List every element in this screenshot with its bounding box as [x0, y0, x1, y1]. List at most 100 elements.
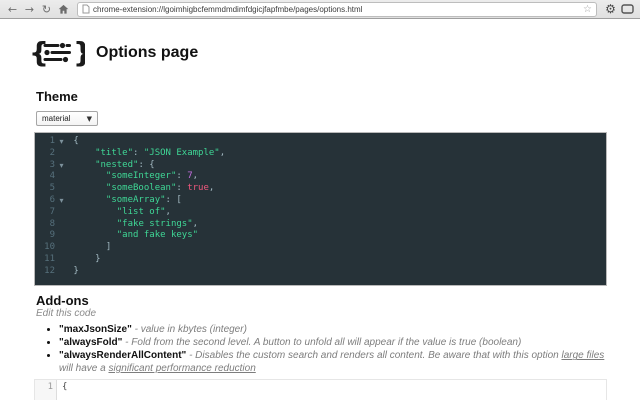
- code-line[interactable]: 2 "title": "JSON Example",: [35, 148, 606, 160]
- code-content[interactable]: }: [68, 265, 79, 278]
- inline-link[interactable]: significant performance reduction: [108, 363, 255, 374]
- home-button[interactable]: [56, 2, 71, 17]
- line-number: 9: [49, 230, 55, 241]
- token-punct: {: [73, 136, 79, 146]
- addon-key: "alwaysFold": [59, 337, 123, 349]
- token-punct: : [: [165, 194, 182, 205]
- theme-select[interactable]: material ▼: [36, 111, 98, 126]
- token-key: "someInteger": [105, 171, 177, 182]
- addons-heading: Add-ons: [36, 293, 89, 308]
- fold-arrow-icon[interactable]: ▾: [55, 136, 68, 148]
- edit-code-link[interactable]: Edit this code: [36, 308, 96, 319]
- token-punct: ,: [208, 183, 215, 194]
- token-punct: }: [95, 253, 101, 264]
- fold-arrow-icon[interactable]: ▾: [55, 160, 68, 172]
- code-content[interactable]: ]: [68, 242, 111, 254]
- line-number: 8: [49, 218, 55, 229]
- addons-json-editor[interactable]: 1{: [34, 379, 607, 400]
- code-content[interactable]: "list of",: [68, 207, 171, 219]
- url-bar[interactable]: chrome-extension://lgoimhigbcfemmdmdimfd…: [77, 1, 597, 17]
- code-line[interactable]: 3 ▾ "nested": {: [35, 160, 606, 172]
- code-content[interactable]: "someArray": [: [68, 195, 182, 207]
- token-punct: :: [176, 183, 188, 194]
- token-key: "title": [95, 147, 134, 158]
- page-title: Options page: [96, 44, 199, 61]
- bookmark-star-icon[interactable]: ☆: [583, 4, 592, 15]
- gear-icon[interactable]: ⚙: [603, 2, 618, 17]
- fold-gutter: [55, 254, 68, 266]
- fold-gutter: [55, 171, 68, 183]
- code-line[interactable]: 4 "someInteger": 7,: [35, 171, 606, 183]
- code-content[interactable]: "title": "JSON Example",: [68, 148, 225, 160]
- fold-gutter: [55, 207, 68, 219]
- code-line[interactable]: 7 "list of",: [35, 207, 606, 219]
- code-line[interactable]: 1 ▾ {: [35, 136, 606, 148]
- line-number: 11: [44, 253, 55, 264]
- code-line[interactable]: 11}: [35, 254, 606, 266]
- code-line[interactable]: 5 "someBoolean": true,: [35, 183, 606, 195]
- fold-gutter: [55, 148, 68, 160]
- forward-button[interactable]: →: [22, 2, 37, 17]
- code-content[interactable]: "nested": {: [68, 160, 155, 172]
- code-line[interactable]: 9 "and fake keys": [35, 230, 606, 242]
- addons-list: "maxJsonSize" - value in kbytes (integer…: [46, 324, 619, 376]
- page-icon: [82, 4, 90, 14]
- panel-button[interactable]: [620, 2, 635, 17]
- browser-toolbar: ← → ↻ chrome-extension://lgoimhigbcfemmd…: [0, 0, 640, 19]
- token-str: "list of": [116, 206, 166, 217]
- token-punct: ,: [192, 171, 199, 182]
- fold-arrow-icon[interactable]: ▾: [55, 195, 68, 207]
- braces-sliders-icon: { }: [29, 36, 93, 69]
- url-text[interactable]: chrome-extension://lgoimhigbcfemmdmdimfd…: [93, 5, 580, 14]
- token-punct: :: [176, 171, 188, 182]
- reload-button[interactable]: ↻: [39, 2, 54, 17]
- token-punct: : {: [138, 159, 155, 170]
- browser-window: ← → ↻ chrome-extension://lgoimhigbcfemmd…: [0, 0, 640, 400]
- line-number: 2: [49, 147, 55, 158]
- token-punct: ,: [192, 218, 199, 229]
- line-number: 12: [44, 265, 55, 276]
- token-str: "JSON Example": [143, 147, 220, 158]
- token-punct: }: [73, 265, 79, 276]
- code-content[interactable]: "fake strings",: [68, 219, 198, 231]
- code-content[interactable]: }: [68, 253, 101, 266]
- back-button[interactable]: ←: [5, 2, 20, 17]
- inline-link[interactable]: large files: [562, 350, 605, 361]
- home-icon: [58, 4, 69, 14]
- theme-preview-editor[interactable]: 1 ▾{2 "title": "JSON Example", 3 ▾ "nested": …: [34, 132, 607, 286]
- line-number: 7: [49, 206, 55, 217]
- fold-gutter: [55, 266, 68, 278]
- token-punct: :: [133, 147, 144, 158]
- code-line[interactable]: 6 ▾ "someArray": [: [35, 195, 606, 207]
- code-content[interactable]: {: [68, 136, 79, 148]
- token-str: "and fake keys": [116, 230, 199, 241]
- code-line[interactable]: 12}: [35, 266, 606, 278]
- line-number: 5: [49, 183, 55, 194]
- line-number: 1: [35, 380, 57, 400]
- line-number: 1: [49, 136, 55, 146]
- code-content[interactable]: {: [57, 380, 67, 400]
- line-number: 10: [44, 242, 55, 253]
- code-line[interactable]: 10]: [35, 242, 606, 254]
- token-key: "someArray": [105, 194, 166, 205]
- code-content[interactable]: "and fake keys": [68, 230, 198, 242]
- code-line[interactable]: 8 "fake strings",: [35, 219, 606, 231]
- code-content[interactable]: "someBoolean": true,: [68, 183, 214, 195]
- fold-gutter: [55, 230, 68, 242]
- theme-heading: Theme: [36, 89, 78, 104]
- token-str: "fake strings": [116, 218, 193, 229]
- code-content[interactable]: "someInteger": 7,: [68, 171, 198, 183]
- token-bool: true: [187, 183, 209, 194]
- token-key: "someBoolean": [105, 183, 177, 194]
- addon-item: "maxJsonSize" - value in kbytes (integer…: [59, 324, 619, 336]
- app-logo: { }: [29, 36, 93, 72]
- token-punct: ,: [165, 206, 171, 217]
- fold-gutter: [55, 242, 68, 254]
- token-punct: ]: [105, 242, 112, 253]
- token-punct: ,: [219, 147, 226, 158]
- panel-icon: [621, 4, 634, 14]
- fold-gutter: [55, 183, 68, 195]
- addon-item: "alwaysRenderAllContent" - Disables the …: [59, 350, 619, 374]
- line-number: 3: [49, 159, 55, 170]
- svg-text:}: }: [73, 37, 85, 67]
